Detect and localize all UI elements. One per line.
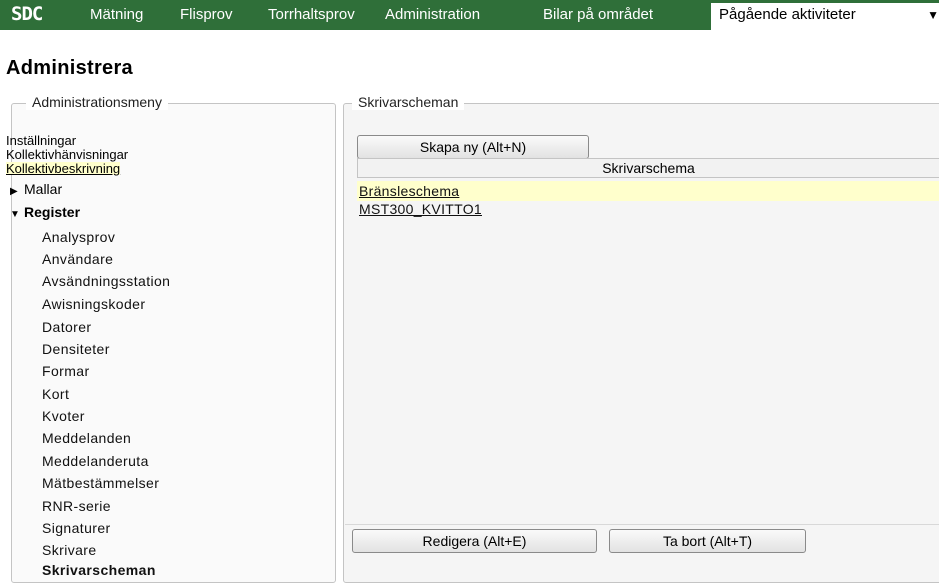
register-item-densiteter[interactable]: Densiteter [42, 341, 110, 357]
tree-group-register[interactable]: ▼ Register [10, 204, 80, 220]
register-item-meddelanden[interactable]: Meddelanden [42, 430, 131, 446]
register-item-skrivare[interactable]: Skrivare [42, 542, 97, 558]
tree-group-register-label: Register [24, 204, 81, 220]
menu-item-installningar[interactable]: Inställningar [6, 134, 76, 147]
register-item-formar[interactable]: Formar [42, 363, 90, 379]
register-item-datorer[interactable]: Datorer [42, 319, 91, 335]
register-item-rnr-serie[interactable]: RNR-serie [42, 498, 111, 514]
menu-item-kollektivbeskrivning[interactable]: Kollektivbeskrivning [6, 162, 121, 175]
nav-item-administration[interactable]: Administration [385, 6, 480, 23]
nav-item-torrhaltsprov[interactable]: Torrhaltsprov [268, 6, 355, 23]
nav-dropdown-label: Pågående aktiviteter [719, 6, 856, 23]
delete-button[interactable]: Ta bort (Alt+T) [609, 529, 806, 553]
printer-schemas-legend: Skrivarscheman [352, 94, 465, 110]
app-logo[interactable]: SDC [11, 3, 43, 25]
divider [345, 524, 939, 525]
table-header-skrivarschema[interactable]: Skrivarschema [357, 158, 939, 178]
register-item-matbestammelser[interactable]: Mätbestämmelser [42, 475, 159, 491]
register-item-analysprov[interactable]: Analysprov [42, 229, 115, 245]
tree-group-mallar[interactable]: ▶ Mallar [10, 181, 62, 197]
caret-down-icon: ▼ [927, 8, 939, 22]
register-item-awisningskoder[interactable]: Awisningskoder [42, 296, 145, 312]
page-title: Administrera [6, 57, 133, 79]
table-row-link[interactable]: Bränsleschema [359, 183, 459, 199]
register-item-signaturer[interactable]: Signaturer [42, 520, 111, 536]
create-new-button[interactable]: Skapa ny (Alt+N) [357, 135, 589, 159]
nav-item-flisprov[interactable]: Flisprov [180, 6, 233, 23]
tree-group-mallar-label: Mallar [24, 181, 63, 197]
caret-down-icon: ▼ [10, 209, 20, 220]
register-item-kort[interactable]: Kort [42, 386, 69, 402]
admin-menu-legend: Administrationsmeny [26, 94, 168, 110]
caret-right-icon: ▶ [10, 186, 18, 197]
table-row-link[interactable]: MST300_KVITTO1 [359, 201, 482, 217]
register-item-avsandningsstation[interactable]: Avsändningsstation [42, 273, 170, 289]
top-nav-bar: SDC Mätning Flisprov Torrhaltsprov Admin… [0, 0, 939, 30]
nav-item-bilar[interactable]: Bilar på området [543, 6, 653, 23]
edit-button[interactable]: Redigera (Alt+E) [352, 529, 597, 553]
nav-item-matning[interactable]: Mätning [90, 6, 143, 23]
nav-dropdown-pagaende[interactable]: Pågående aktiviteter ▼ [711, 3, 939, 30]
register-item-anvandare[interactable]: Användare [42, 251, 113, 267]
menu-item-kollektivhanvisningar[interactable]: Kollektivhänvisningar [6, 148, 128, 161]
register-item-meddelanderuta[interactable]: Meddelanderuta [42, 453, 149, 469]
register-item-kvoter[interactable]: Kvoter [42, 408, 85, 424]
